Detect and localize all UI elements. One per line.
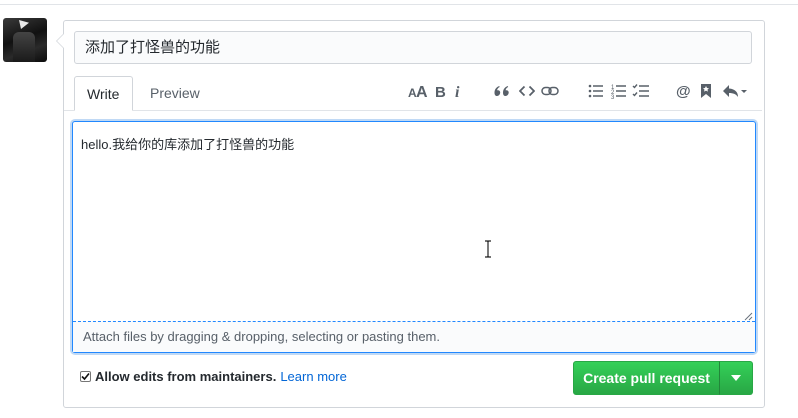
svg-text:i: i (455, 84, 460, 99)
quote-icon[interactable] (494, 80, 510, 102)
mention-icon[interactable]: @ (676, 80, 693, 102)
text-cursor-icon (485, 240, 491, 258)
svg-text:3: 3 (611, 95, 615, 99)
tab-write[interactable]: Write (74, 76, 133, 111)
svg-text:@: @ (676, 83, 691, 99)
saved-reply-icon[interactable] (700, 80, 712, 102)
comment-body-textarea[interactable]: hello.我给你的库添加了打怪兽的功能 Attach files by dra… (72, 121, 756, 353)
attach-files-dropzone[interactable]: Attach files by dragging & dropping, sel… (73, 321, 755, 352)
ordered-list-icon[interactable]: 123 (611, 80, 627, 102)
reply-icon[interactable] (722, 80, 748, 102)
allow-edits-label[interactable]: Allow edits from maintainers. (95, 369, 276, 384)
task-list-icon[interactable] (632, 80, 650, 102)
top-divider (0, 4, 798, 5)
create-options-dropdown-button[interactable] (719, 361, 753, 395)
italic-icon[interactable]: i (453, 80, 463, 102)
attach-files-hint: Attach files by dragging & dropping, sel… (83, 329, 440, 344)
unordered-list-icon[interactable] (588, 80, 604, 102)
allow-edits-checkbox[interactable] (80, 371, 91, 382)
learn-more-link[interactable]: Learn more (280, 369, 346, 384)
title-input[interactable]: 添加了打怪兽的功能 (74, 31, 752, 64)
avatar[interactable] (3, 18, 47, 62)
card-pointer-inner (57, 34, 64, 48)
triangle-down-icon (731, 375, 741, 381)
comment-body-text: hello.我给你的库添加了打怪兽的功能 (81, 137, 295, 152)
header-icon[interactable]: AA (408, 80, 428, 102)
bold-icon[interactable]: B (434, 80, 446, 102)
svg-text:B: B (435, 84, 446, 99)
svg-text:A: A (416, 84, 428, 99)
allow-edits-row: Allow edits from maintainers. Learn more (80, 369, 347, 384)
code-icon[interactable] (519, 80, 535, 102)
link-icon[interactable] (541, 80, 559, 102)
create-pull-request-button[interactable]: Create pull request (573, 361, 720, 395)
